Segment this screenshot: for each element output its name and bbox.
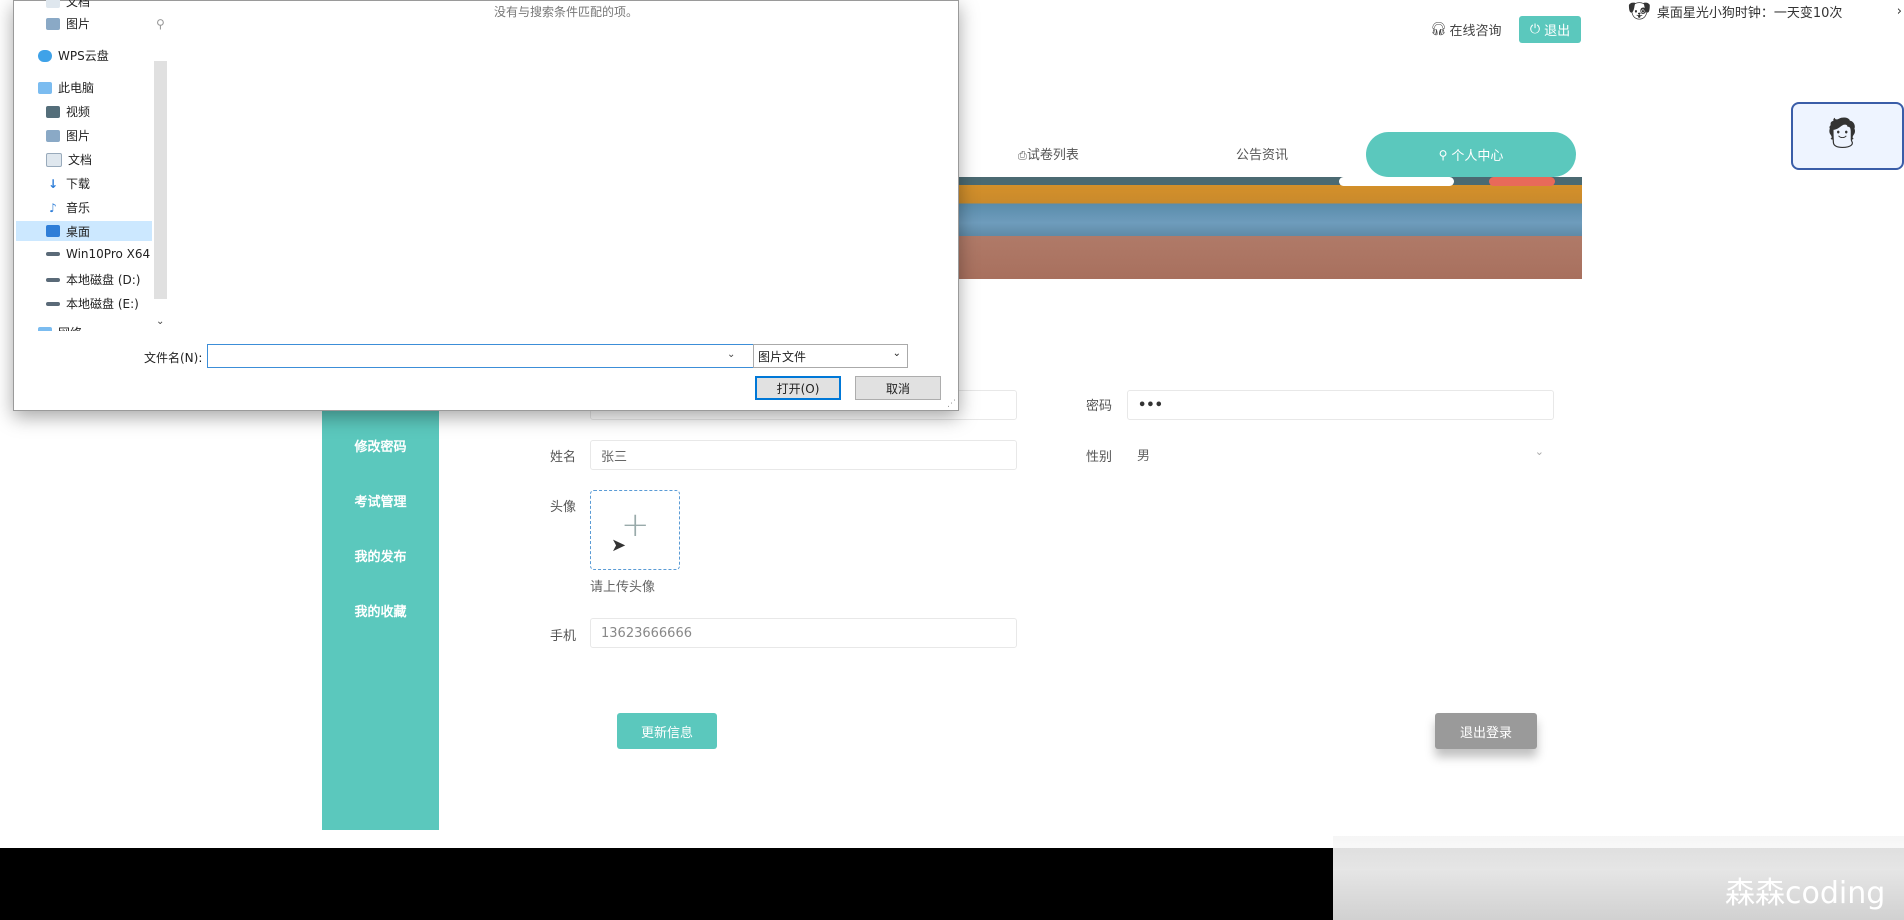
tree-item-drive-e[interactable]: 本地磁盘 (E:) xyxy=(46,295,139,312)
tree-item-desktop[interactable]: 桌面 xyxy=(16,221,152,241)
drive-icon xyxy=(46,252,60,256)
password-field[interactable]: ••• xyxy=(1127,390,1554,420)
picture-icon xyxy=(46,129,60,142)
mascot-character-icon: 🧑︎ xyxy=(1823,116,1862,151)
drive-icon xyxy=(46,277,60,282)
tree-item-pictures-quick[interactable]: 图片 ⚲ xyxy=(46,15,165,32)
tree-item-network-clip: 网络 xyxy=(14,321,154,331)
mascot-card[interactable]: 🧑︎ xyxy=(1791,102,1904,170)
avatar-upload[interactable]: + ➤ xyxy=(590,490,680,570)
upload-hint: 请上传头像 xyxy=(590,580,656,595)
file-open-dialog: 没有与搜索条件匹配的项。 文档 图片 ⚲ WPS云盘 此电脑 视频 图片 文档 … xyxy=(13,0,959,411)
headset-icon: 🎧︎ xyxy=(1430,22,1447,37)
filename-dropdown-icon[interactable]: ⌄ xyxy=(727,349,735,360)
banner-image xyxy=(959,177,1582,279)
music-icon: ♪ xyxy=(49,200,57,215)
tree-item-network[interactable]: 网络 xyxy=(38,324,82,331)
download-icon: ↓ xyxy=(47,176,59,191)
logout-top-button[interactable]: ⏻ 退出 xyxy=(1519,16,1581,43)
picture-icon xyxy=(46,17,60,30)
gender-select[interactable]: 男 ⌄ xyxy=(1127,440,1554,470)
tree-item-music[interactable]: ♪ 音乐 xyxy=(46,199,90,216)
user-icon: ⚲ xyxy=(1438,147,1448,162)
phone-label: 手机 xyxy=(550,629,577,644)
online-consult-link[interactable]: 🎧︎ 在线咨询 xyxy=(1430,20,1502,39)
tree-item-videos[interactable]: 视频 xyxy=(46,103,90,120)
computer-icon xyxy=(38,81,52,94)
tree-item-this-pc[interactable]: 此电脑 xyxy=(38,79,94,96)
nav-item-personal-center[interactable]: ⚲ 个人中心 xyxy=(1366,132,1576,177)
printer-icon: ⎙ xyxy=(1018,149,1027,162)
gender-label: 性别 xyxy=(1086,450,1113,465)
name-label: 姓名 xyxy=(550,450,577,465)
tree-item-drive-d[interactable]: 本地磁盘 (D:) xyxy=(46,271,140,288)
desktop-tip[interactable]: 🐶︎ 桌面星光小狗时钟：一天变10次 › xyxy=(1628,0,1904,22)
chevron-down-icon: ⌄ xyxy=(892,348,901,359)
sidebar-item-exam-management[interactable]: 考试管理 xyxy=(322,491,439,510)
nav-item-news[interactable]: 公告资讯 xyxy=(1236,144,1288,163)
logout-button[interactable]: 退出登录 xyxy=(1435,713,1537,749)
avatar-label: 头像 xyxy=(550,500,577,515)
tree-item-drive-c[interactable]: Win10Pro X64 xyxy=(46,247,150,261)
mouse-cursor-icon: ➤ xyxy=(611,535,627,556)
open-button[interactable]: 打开(O) xyxy=(755,376,841,400)
filename-input[interactable] xyxy=(207,344,754,368)
gender-value: 男 xyxy=(1137,449,1151,464)
password-label: 密码 xyxy=(1086,399,1113,414)
dog-mascot-icon: 🐶︎ xyxy=(1628,0,1651,22)
name-field[interactable]: 张三 xyxy=(590,440,1017,470)
pin-icon: ⚲ xyxy=(156,16,165,31)
tree-item-documents[interactable]: 文档 xyxy=(46,151,92,168)
tree-scrollbar[interactable] xyxy=(154,61,167,299)
chevron-right-icon[interactable]: › xyxy=(1897,4,1902,19)
cloud-icon xyxy=(38,49,52,62)
filetype-select[interactable]: 图片文件 ⌄ xyxy=(753,344,908,368)
nav-item-exam-list[interactable]: ⎙试卷列表 xyxy=(1018,144,1079,163)
document-icon xyxy=(46,152,62,167)
update-info-button[interactable]: 更新信息 xyxy=(617,713,717,749)
video-icon xyxy=(46,105,60,118)
document-icon xyxy=(46,0,60,8)
tree-item-downloads[interactable]: ↓ 下载 xyxy=(46,175,90,192)
sidebar-item-my-favorites[interactable]: 我的收藏 xyxy=(322,601,439,620)
resize-grip-icon[interactable]: ⋰ xyxy=(947,399,956,409)
watermark-text: 森森coding xyxy=(1725,876,1886,911)
cancel-button[interactable]: 取消 xyxy=(855,376,941,400)
tree-item-pictures[interactable]: 图片 xyxy=(46,127,90,144)
sidebar-item-my-posts[interactable]: 我的发布 xyxy=(322,546,439,565)
network-icon xyxy=(38,326,52,331)
power-icon: ⏻ xyxy=(1529,22,1541,37)
sidebar-item-change-password[interactable]: 修改密码 xyxy=(322,436,439,455)
chevron-down-icon: ⌄ xyxy=(1534,445,1544,458)
phone-field[interactable]: 13623666666 xyxy=(590,618,1017,648)
tree-item-documents-top[interactable]: 文档 xyxy=(46,0,90,10)
empty-results-message: 没有与搜索条件匹配的项。 xyxy=(494,5,639,19)
scroll-down-icon[interactable]: ⌄ xyxy=(156,316,164,327)
drive-icon xyxy=(46,301,60,306)
desktop-icon xyxy=(46,225,60,237)
sidebar: 修改密码 考试管理 我的发布 我的收藏 xyxy=(322,350,439,830)
tree-item-wps-cloud[interactable]: WPS云盘 xyxy=(38,47,109,64)
filename-label: 文件名(N): xyxy=(144,351,203,365)
